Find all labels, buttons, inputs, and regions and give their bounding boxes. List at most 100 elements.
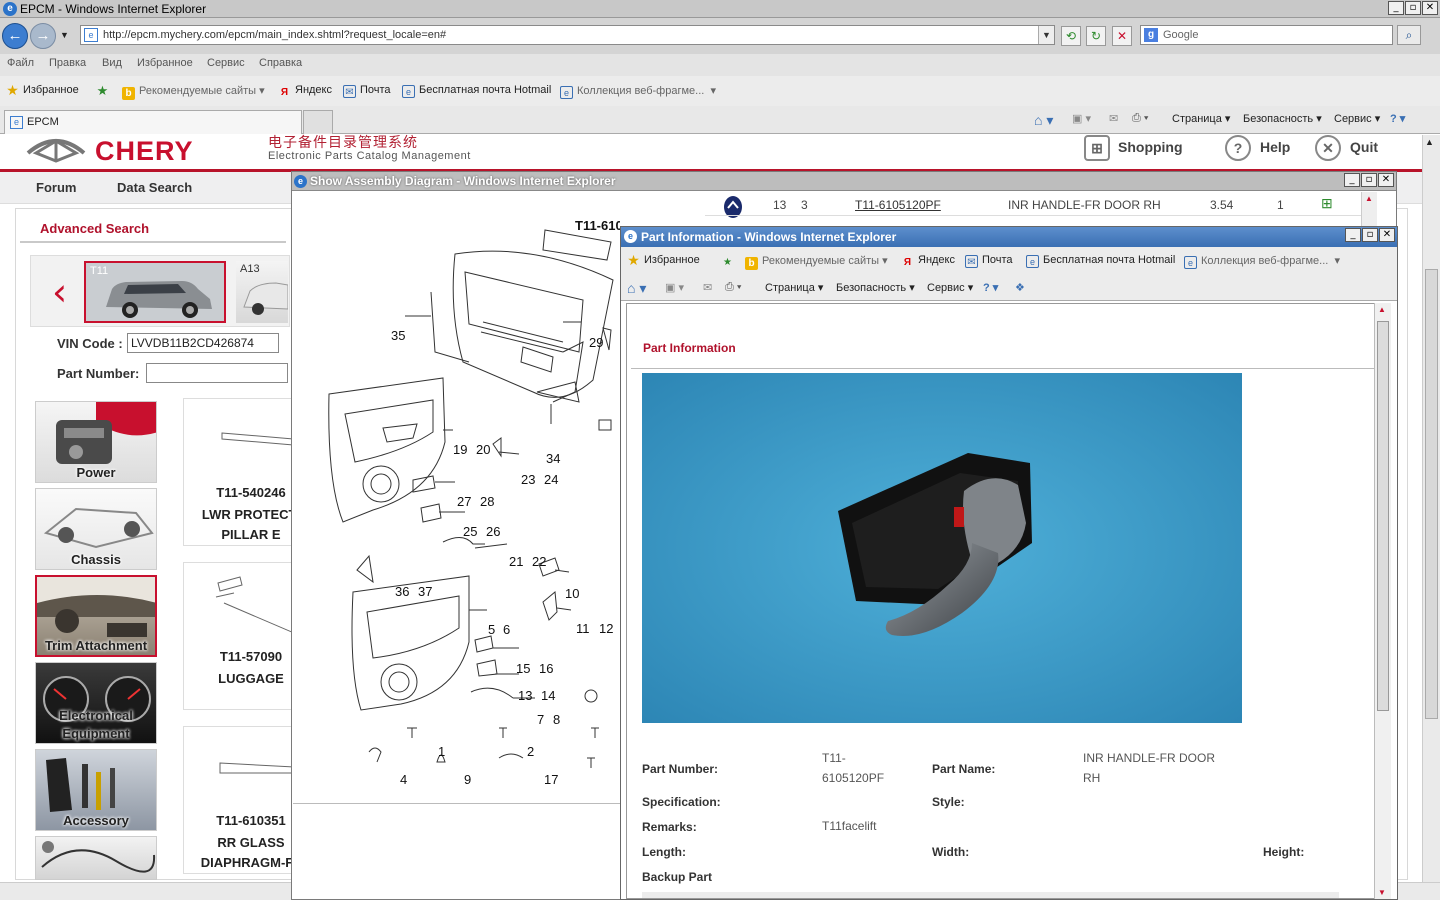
part-info-scrollbar[interactable]: ▲ ▼: [1374, 303, 1391, 899]
row-part-number-link[interactable]: T11-6105120PF: [855, 198, 941, 212]
address-bar[interactable]: e http://epcm.mychery.com/epcm/main_inde…: [80, 25, 1055, 45]
vin-input[interactable]: [127, 333, 279, 353]
help-icon[interactable]: ? ▾: [1390, 112, 1405, 125]
maximize-button[interactable]: ▫: [1361, 173, 1377, 187]
nav-forum[interactable]: Forum: [36, 180, 76, 195]
refresh-icon[interactable]: ↻: [1086, 26, 1106, 46]
part-number-input[interactable]: [146, 363, 288, 383]
menu-help[interactable]: Справка: [259, 57, 302, 69]
menu-file[interactable]: Файл: [7, 57, 34, 69]
main-vertical-scrollbar[interactable]: ▲: [1422, 135, 1440, 883]
category-power[interactable]: Power: [35, 401, 157, 483]
cmd-tools[interactable]: Сервис ▾: [927, 281, 973, 294]
search-button[interactable]: ⌕: [1397, 25, 1421, 45]
fav-yandex[interactable]: Я Яндекс: [901, 254, 955, 269]
category-chassis[interactable]: Chassis: [35, 488, 157, 570]
fav-webslices[interactable]: e Коллекция веб-фрагме... ▾: [1184, 254, 1340, 269]
favorites-button[interactable]: ★ Избранное: [627, 253, 700, 267]
fav-webslices[interactable]: e Коллекция веб-фрагме... ▾: [560, 84, 716, 99]
search-input[interactable]: g Google: [1140, 25, 1393, 45]
help-link[interactable]: Help: [1260, 139, 1290, 155]
part-info-scroll-thumb[interactable]: [1377, 321, 1389, 711]
fav-recommended[interactable]: b Рекомендуемые сайты ▾: [122, 84, 265, 100]
print-icon[interactable]: ⎙ ▾: [1132, 112, 1148, 125]
fav-yandex[interactable]: Я Яндекс: [278, 84, 332, 99]
cmd-page[interactable]: Страница ▾: [765, 281, 823, 294]
carousel-prev-icon[interactable]: ‹: [52, 273, 67, 311]
print-icon[interactable]: ⎙ ▾: [725, 281, 741, 294]
model-t11[interactable]: T11: [84, 261, 226, 323]
add-favorite-icon[interactable]: ★: [721, 254, 738, 269]
cmd-security[interactable]: Безопасность ▾: [836, 281, 915, 294]
specification-label: Specification:: [642, 795, 721, 809]
new-tab-button[interactable]: [303, 110, 333, 134]
rss-icon[interactable]: ▣ ▾: [1072, 112, 1091, 125]
model-a13[interactable]: A13: [236, 261, 288, 323]
fav-recommended[interactable]: b Рекомендуемые сайты ▾: [745, 254, 888, 270]
callout-label: 6: [503, 622, 510, 637]
menu-view[interactable]: Вид: [102, 57, 122, 69]
row-position: 3: [801, 198, 808, 212]
quit-icon[interactable]: ✕: [1315, 135, 1341, 161]
scroll-up-icon[interactable]: ▲: [1365, 194, 1373, 203]
scroll-down-icon[interactable]: ▼: [1378, 888, 1386, 897]
stop-icon[interactable]: ✕: [1112, 26, 1132, 46]
parts-table-row[interactable]: 13 3 T11-6105120PF INR HANDLE-FR DOOR RH…: [705, 194, 1365, 216]
help-circle-icon[interactable]: ?: [1225, 135, 1251, 161]
read-mail-icon[interactable]: ✉: [1109, 112, 1118, 125]
maximize-button[interactable]: ▫: [1362, 228, 1378, 242]
cmd-page-label: Страница: [765, 282, 815, 294]
fav-hotmail[interactable]: e Бесплатная почта Hotmail: [1026, 254, 1175, 268]
rss-icon[interactable]: ▣ ▾: [665, 281, 684, 294]
read-mail-icon[interactable]: ✉: [703, 281, 712, 294]
fav-hotmail[interactable]: e Бесплатная почта Hotmail: [402, 84, 551, 98]
menu-tools[interactable]: Сервис: [207, 57, 245, 69]
cmd-page[interactable]: Страница ▾: [1172, 112, 1230, 125]
menu-edit[interactable]: Правка: [49, 57, 86, 69]
shopping-cart-icon[interactable]: ⊞: [1084, 135, 1110, 161]
close-button[interactable]: ✕: [1379, 228, 1395, 242]
history-dropdown-icon[interactable]: ▼: [60, 30, 69, 40]
minimize-button[interactable]: _: [1388, 1, 1404, 15]
quit-link[interactable]: Quit: [1350, 139, 1378, 155]
compat-view-icon[interactable]: ⟲: [1061, 26, 1081, 46]
assembly-diagram[interactable]: T11-6102400BL: [293, 192, 620, 803]
minimize-button[interactable]: _: [1344, 173, 1360, 187]
back-button[interactable]: ←: [2, 23, 28, 49]
close-button[interactable]: ✕: [1378, 173, 1394, 187]
tab-epcm[interactable]: e EPCM: [4, 110, 302, 134]
category-more[interactable]: [35, 836, 157, 880]
fav-mail[interactable]: ✉ Почта: [343, 84, 391, 98]
research-icon[interactable]: ❖: [1015, 281, 1025, 294]
scroll-up-icon[interactable]: ▲: [1425, 137, 1434, 147]
category-trim-attachment[interactable]: Trim Attachment: [35, 575, 157, 657]
shopping-link[interactable]: Shopping: [1118, 139, 1183, 155]
maximize-button[interactable]: ▫: [1405, 1, 1421, 15]
home-icon[interactable]: ⌂ ▾: [1034, 112, 1053, 129]
fav-mail[interactable]: ✉ Почта: [965, 254, 1013, 268]
main-scroll-thumb[interactable]: [1425, 269, 1438, 719]
part-card[interactable]: T11-610351 RR GLASS DIAPHRAGM-FF: [183, 726, 293, 874]
address-dropdown-icon[interactable]: ▼: [1038, 26, 1054, 44]
forward-button[interactable]: →: [30, 23, 56, 49]
add-to-cart-icon[interactable]: ⊞: [1321, 195, 1333, 212]
part-card-number: T11-540246: [216, 485, 286, 500]
cmd-security[interactable]: Безопасность ▾: [1243, 112, 1322, 125]
add-star-icon: ★: [723, 257, 732, 268]
home-icon[interactable]: ⌂ ▾: [627, 280, 646, 297]
nav-data-search[interactable]: Data Search: [117, 180, 192, 195]
part-card[interactable]: T11-540246 LWR PROTECTI PILLAR E: [183, 398, 293, 546]
favorites-button[interactable]: ★ Избранное: [6, 83, 79, 97]
minimize-button[interactable]: _: [1345, 228, 1361, 242]
callout-label: 29: [589, 335, 603, 350]
add-favorite-icon[interactable]: ★: [96, 84, 113, 97]
menu-favorites[interactable]: Избранное: [137, 57, 193, 69]
category-electrical[interactable]: Electronical Equipment: [35, 662, 157, 744]
part-card[interactable]: T11-57090 LUGGAGE: [183, 562, 293, 710]
help-icon[interactable]: ? ▾: [983, 281, 998, 294]
close-button[interactable]: ✕: [1422, 1, 1438, 15]
category-accessory[interactable]: Accessory: [35, 749, 157, 831]
cmd-tools[interactable]: Сервис ▾: [1334, 112, 1380, 125]
part-info-window-title: Part Information - Windows Internet Expl…: [641, 230, 897, 244]
scroll-up-icon[interactable]: ▲: [1378, 305, 1386, 314]
